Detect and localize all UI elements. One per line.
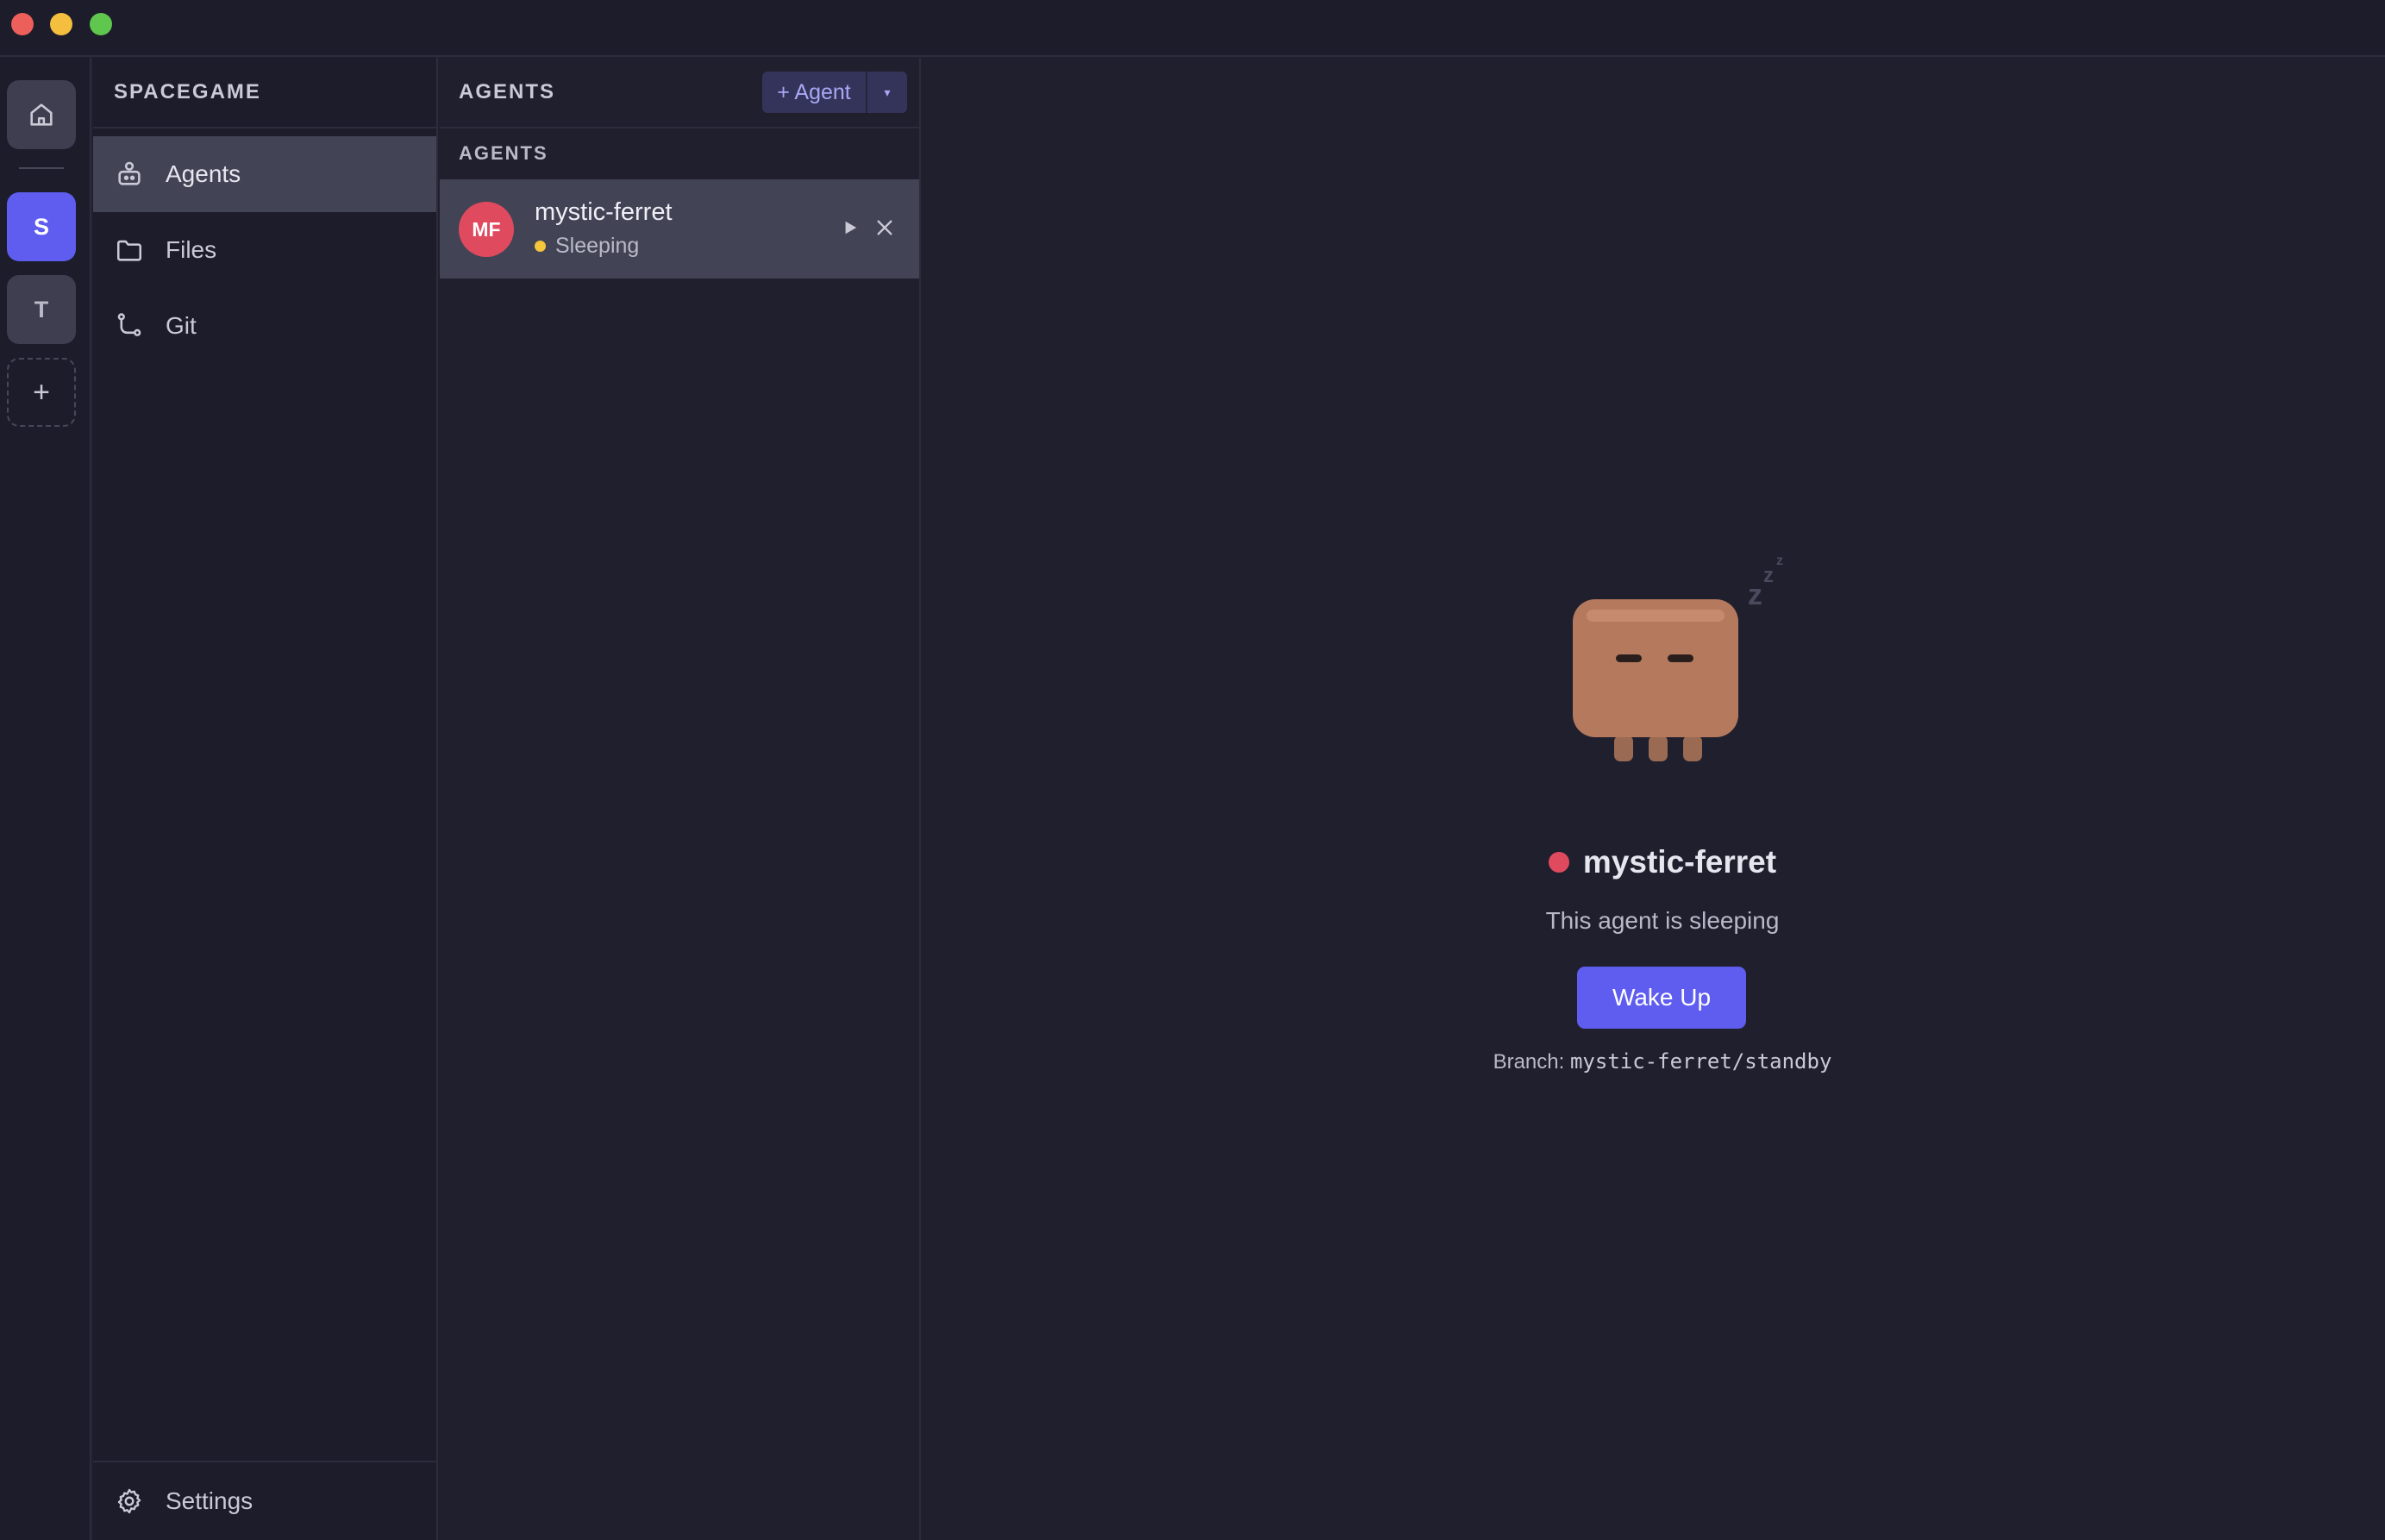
sidebar-item-files[interactable]: Files bbox=[93, 212, 436, 288]
gear-icon bbox=[114, 1486, 145, 1517]
branch-label: Branch: bbox=[1493, 1050, 1565, 1074]
close-icon bbox=[877, 220, 892, 235]
project-sidebar: SPACEGAME Agents Files Git Settings bbox=[93, 58, 438, 1540]
workspace-rail: S T + bbox=[0, 58, 91, 1540]
agent-name: mystic-ferret bbox=[535, 198, 673, 226]
agents-icon bbox=[114, 159, 145, 190]
remove-agent-button[interactable] bbox=[871, 214, 898, 241]
sidebar-header: SPACEGAME bbox=[93, 58, 436, 128]
sleep-z-small: z bbox=[1776, 554, 1783, 568]
add-workspace-button[interactable]: + bbox=[7, 358, 76, 427]
sleeping-agent-illustration: z z z bbox=[1573, 554, 1783, 761]
agent-status: Sleeping bbox=[535, 234, 639, 259]
window-minimize-button[interactable] bbox=[50, 13, 72, 35]
agents-panel: AGENTS + Agent ▾ AGENTS MF mystic-ferret… bbox=[440, 58, 921, 1540]
settings-button[interactable]: Settings bbox=[93, 1462, 436, 1540]
agent-title: mystic-ferret bbox=[1582, 844, 1777, 880]
add-agent-button[interactable]: + Agent bbox=[762, 72, 867, 113]
agent-detail-view: z z z mystic-ferret This agent is sleepi… bbox=[923, 58, 2385, 1540]
wake-up-button[interactable]: Wake Up bbox=[1577, 967, 1746, 1029]
branch-info: Branch: mystic-ferret/standby bbox=[923, 1049, 2385, 1074]
start-agent-button[interactable] bbox=[836, 214, 864, 241]
title-bar bbox=[0, 0, 2385, 57]
settings-label: Settings bbox=[166, 1487, 254, 1514]
folder-icon bbox=[114, 235, 145, 266]
sidebar-item-git[interactable]: Git bbox=[93, 288, 436, 364]
workspace-t[interactable]: T bbox=[7, 275, 76, 344]
agents-panel-title: AGENTS bbox=[459, 80, 556, 103]
agents-panel-header: AGENTS + Agent ▾ bbox=[440, 58, 919, 128]
project-name: SPACEGAME bbox=[114, 80, 261, 103]
git-branch-icon bbox=[114, 310, 145, 341]
sidebar-item-label: Agents bbox=[166, 160, 241, 187]
agent-title-line: mystic-ferret bbox=[923, 844, 2385, 880]
agent-status-text: Sleeping bbox=[555, 234, 640, 258]
chevron-down-icon: ▾ bbox=[884, 85, 891, 99]
branch-name: mystic-ferret/standby bbox=[1569, 1049, 1832, 1074]
agent-sleep-message: This agent is sleeping bbox=[1545, 907, 1780, 934]
window-close-button[interactable] bbox=[11, 13, 34, 35]
home-icon bbox=[30, 103, 53, 126]
sleep-z-medium: z bbox=[1763, 564, 1774, 587]
status-dot-icon bbox=[535, 241, 546, 252]
play-icon bbox=[845, 221, 857, 235]
agents-section-label: AGENTS bbox=[459, 142, 548, 164]
sidebar-footer: Settings bbox=[93, 1461, 436, 1540]
agent-status-indicator bbox=[1548, 852, 1569, 873]
app-window: S T + SPACEGAME Agents Files Git Setting… bbox=[0, 0, 2385, 1540]
agent-list-item[interactable]: MF mystic-ferret Sleeping bbox=[440, 179, 919, 279]
add-agent-dropdown-button[interactable]: ▾ bbox=[867, 72, 907, 113]
sidebar-item-label: Files bbox=[166, 236, 217, 263]
avatar: MF bbox=[459, 202, 514, 257]
sleep-z-large: z bbox=[1748, 579, 1762, 611]
sidebar-item-agents[interactable]: Agents bbox=[93, 136, 436, 212]
window-maximize-button[interactable] bbox=[90, 13, 112, 35]
workspace-spacegame[interactable]: S bbox=[7, 192, 76, 261]
sidebar-item-label: Git bbox=[166, 312, 197, 339]
add-agent-split-button: + Agent ▾ bbox=[762, 72, 907, 113]
home-button[interactable] bbox=[7, 80, 76, 149]
rail-divider bbox=[19, 167, 64, 169]
